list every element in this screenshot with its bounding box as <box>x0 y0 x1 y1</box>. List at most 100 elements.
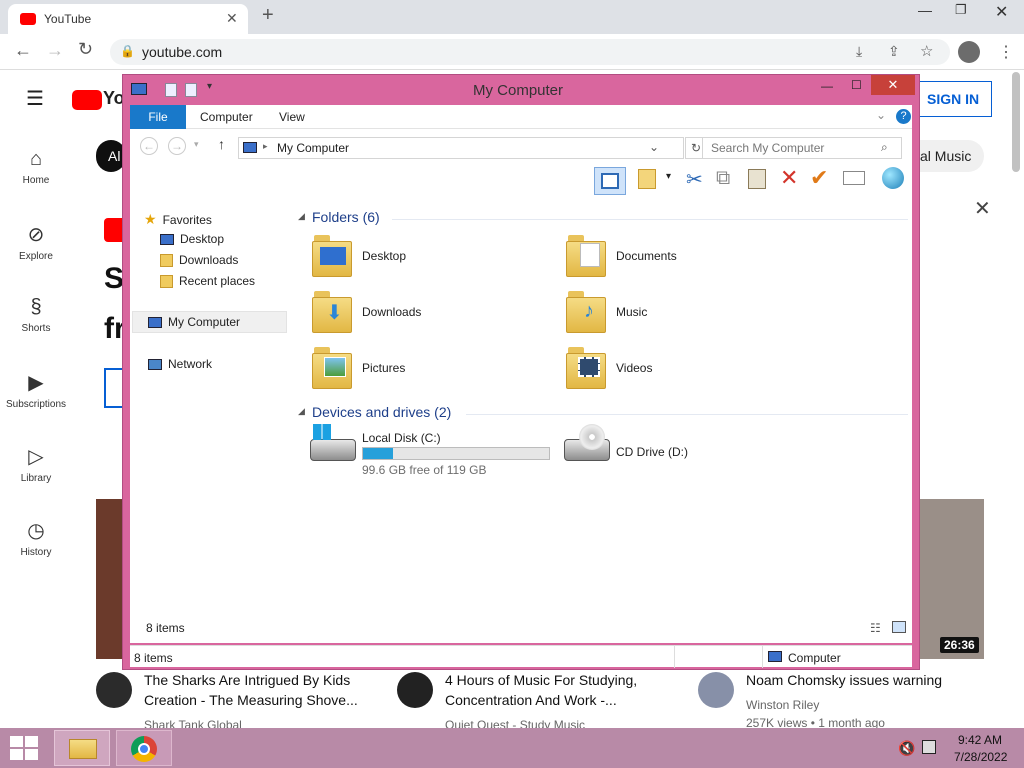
tab-title: YouTube <box>44 12 92 26</box>
folder-tile-pictures[interactable]: Pictures <box>308 343 548 393</box>
forward-icon[interactable]: → <box>168 137 186 155</box>
search-icon[interactable]: ⌕ <box>881 140 888 155</box>
newfolder-quick-icon[interactable] <box>185 83 197 97</box>
video-title-line[interactable]: The Sharks Are Intrigued By Kids <box>144 672 350 688</box>
checkmark-icon[interactable]: ✔ <box>810 165 828 191</box>
devices-group-header[interactable]: Devices and drives (2) <box>312 404 451 420</box>
nav-favorites[interactable]: ★ Favorites <box>144 211 212 228</box>
folder-label: Downloads <box>362 305 422 319</box>
new-tab-icon[interactable]: + <box>262 4 274 27</box>
back-icon[interactable]: ← <box>14 40 32 61</box>
folder-tile-videos[interactable]: Videos <box>562 343 802 393</box>
copy-icon[interactable]: ⧉ <box>716 167 730 190</box>
sidebar-item-subscriptions[interactable]: ▶ Subscriptions <box>0 370 72 410</box>
properties-quick-icon[interactable] <box>165 83 177 97</box>
up-icon[interactable]: ↑ <box>218 136 225 152</box>
nav-desktop[interactable]: Desktop <box>160 232 224 246</box>
properties-icon[interactable] <box>638 169 656 189</box>
tab-file[interactable]: File <box>130 105 186 129</box>
video-title-line[interactable]: Creation - The Measuring Shove... <box>144 692 358 708</box>
help-icon[interactable]: ? <box>896 109 911 124</box>
profile-avatar-icon[interactable] <box>958 41 980 63</box>
folder-tile-desktop[interactable]: Desktop <box>308 231 548 281</box>
ribbon-expand-icon[interactable]: ⌄ <box>876 108 886 122</box>
reload-icon[interactable]: ↻ <box>78 39 93 60</box>
details-view-icon[interactable]: ☷ <box>870 621 881 635</box>
video-title-line[interactable]: Concentration And Work -... <box>445 692 617 708</box>
sidebar-item-label: Subscriptions <box>5 399 67 410</box>
address-dropdown-icon[interactable]: ⌄ <box>649 140 659 154</box>
video-title-line[interactable]: Noam Chomsky issues warning <box>746 672 942 688</box>
devices-collapse-icon[interactable]: ◢ <box>298 406 305 417</box>
install-icon[interactable]: ⤓ <box>856 43 862 60</box>
clock-time[interactable]: 9:42 AM <box>958 733 1002 747</box>
minimize-window-icon[interactable]: — <box>918 2 932 18</box>
properties-dropdown-icon[interactable]: ▾ <box>666 171 671 182</box>
sidebar-item-home[interactable]: ⌂ Home <box>0 148 72 186</box>
cut-icon[interactable]: ✂ <box>686 167 703 192</box>
speaker-muted-icon[interactable]: 🔇 <box>898 740 915 757</box>
delete-icon[interactable]: ✕ <box>780 165 798 191</box>
folders-group-header[interactable]: Folders (6) <box>312 209 380 225</box>
quick-access-dropdown-icon[interactable]: ▾ <box>207 81 212 92</box>
close-tab-icon[interactable]: ✕ <box>226 10 238 27</box>
drive-tile-local-disk[interactable]: Local Disk (C:) 99.6 GB free of 119 GB <box>308 424 558 477</box>
network-tray-icon[interactable] <box>922 740 936 754</box>
nav-network[interactable]: Network <box>148 357 212 371</box>
channel-avatar[interactable] <box>96 672 132 708</box>
address-field[interactable]: ▸ My Computer ⌄ <box>238 137 684 159</box>
paste-icon[interactable] <box>748 169 766 189</box>
nav-recent-places[interactable]: Recent places <box>160 274 255 288</box>
address-path[interactable]: My Computer <box>277 141 349 155</box>
drive-tile-cd[interactable]: CD Drive (D:) <box>562 424 802 475</box>
taskbar-file-explorer[interactable] <box>54 730 110 766</box>
folder-tile-documents[interactable]: Documents <box>562 231 802 281</box>
video-title-line[interactable]: 4 Hours of Music For Studying, <box>445 672 637 688</box>
close-window-button[interactable]: ✕ <box>871 75 915 95</box>
start-button[interactable] <box>10 736 38 760</box>
taskbar-chrome[interactable] <box>116 730 172 766</box>
maximize-icon[interactable]: ☐ <box>851 78 862 92</box>
status-divider <box>674 646 675 668</box>
tab-computer[interactable]: Computer <box>200 110 253 124</box>
preview-pane-button[interactable] <box>594 167 626 195</box>
recent-locations-icon[interactable]: ▾ <box>194 139 199 150</box>
tab-youtube[interactable]: YouTube ✕ <box>8 4 248 34</box>
menu-kebab-icon[interactable]: ⋮ <box>998 42 1014 62</box>
search-input[interactable]: Search My Computer ⌕ <box>702 137 902 159</box>
tab-view[interactable]: View <box>279 110 305 124</box>
share-icon[interactable]: ⇪ <box>888 43 900 60</box>
nav-downloads[interactable]: Downloads <box>160 253 238 267</box>
folder-tile-downloads[interactable]: ⬇ Downloads <box>308 287 548 337</box>
youtube-vertical-scrollbar[interactable] <box>1012 72 1020 172</box>
folders-collapse-icon[interactable]: ◢ <box>298 211 305 222</box>
minimize-icon[interactable]: — <box>821 79 833 93</box>
nav-my-computer-content[interactable]: My Computer <box>148 315 240 329</box>
explorer-titlebar[interactable]: ▾ My Computer — ☐ ✕ <box>123 75 919 105</box>
clock-date[interactable]: 7/28/2022 <box>954 750 1007 764</box>
channel-avatar[interactable] <box>698 672 734 708</box>
hamburger-menu-icon[interactable]: ☰ <box>26 86 44 111</box>
large-icons-view-icon[interactable] <box>892 621 906 633</box>
video-channel[interactable]: Winston Riley <box>746 698 819 712</box>
close-window-icon[interactable]: ✕ <box>995 2 1008 22</box>
globe-icon[interactable] <box>882 167 904 189</box>
omnibox[interactable]: 🔒 youtube.com ⤓ ⇪ ☆ <box>110 39 950 65</box>
drive-label: CD Drive (D:) <box>616 445 688 459</box>
forward-icon[interactable]: → <box>46 40 64 61</box>
sidebar-item-explore[interactable]: ⊘ Explore <box>0 222 72 262</box>
sidebar-item-history[interactable]: ◷ History <box>0 518 72 558</box>
chip-music[interactable]: al Music <box>918 140 984 172</box>
sidebar-item-shorts[interactable]: § Shorts <box>0 296 72 334</box>
bookmark-star-icon[interactable]: ☆ <box>920 42 933 60</box>
video-thumbnail[interactable] <box>920 499 984 659</box>
breadcrumb-chevron-icon[interactable]: ▸ <box>263 141 268 152</box>
close-banner-icon[interactable]: ✕ <box>974 196 991 221</box>
folder-tile-music[interactable]: ♪ Music <box>562 287 802 337</box>
channel-avatar[interactable] <box>397 672 433 708</box>
restore-window-icon[interactable]: ❐ <box>955 2 967 18</box>
rename-icon[interactable] <box>843 171 865 185</box>
sidebar-item-library[interactable]: ▷ Library <box>0 444 72 484</box>
sign-in-button[interactable]: SIGN IN <box>920 81 992 117</box>
back-icon[interactable]: ← <box>140 137 158 155</box>
